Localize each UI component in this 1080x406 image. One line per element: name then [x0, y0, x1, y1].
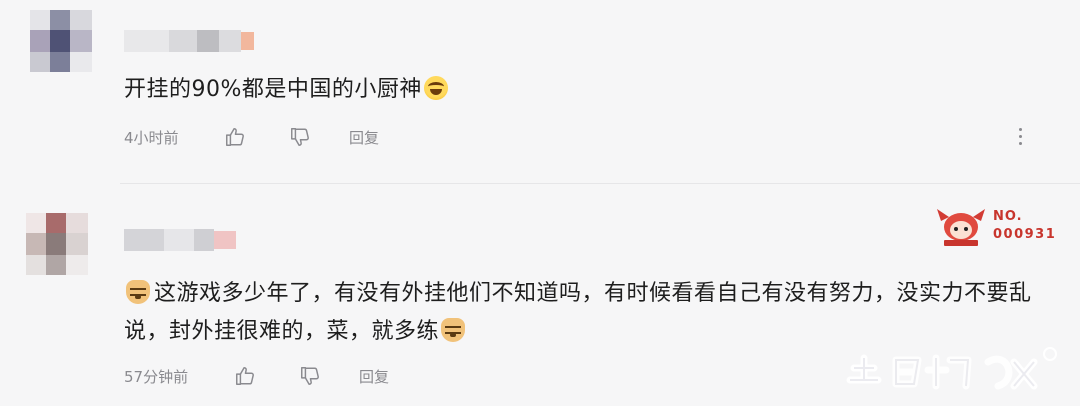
dislike-button[interactable]: [289, 126, 349, 148]
reply-button[interactable]: 回复: [349, 127, 379, 148]
comment-text-content: 这游戏多少年了，有没有外挂他们不知道吗，有时候看看自己有没有努力，没实力不要乱说…: [124, 281, 1032, 344]
comment-item: NO. 000931 这游戏多少年了，有没有外挂他们不知道吗，有时候看看自己有没…: [0, 185, 1080, 406]
avatar[interactable]: [26, 213, 88, 275]
comment-text-content: 开挂的90%都是中国的小厨神: [124, 77, 422, 102]
doge-emoji-icon: [126, 280, 150, 304]
laughing-emoji-icon: [423, 76, 448, 100]
mascot-icon: [937, 209, 985, 246]
timestamp: 4小时前: [124, 128, 179, 147]
like-button[interactable]: [234, 365, 299, 387]
avatar[interactable]: [30, 10, 92, 72]
thumbs-up-icon: [236, 367, 254, 385]
user-name[interactable]: [124, 229, 236, 251]
more-vertical-icon[interactable]: [1010, 124, 1030, 148]
doge-emoji-icon: [441, 318, 466, 342]
comment-text: 开挂的90%都是中国的小厨神: [124, 71, 1054, 109]
fan-badge[interactable]: NO. 000931: [935, 205, 1060, 249]
comment-item: 开挂的90%都是中国的小厨神 4小时前 回复: [0, 0, 1080, 184]
like-button[interactable]: [224, 126, 289, 148]
dislike-button[interactable]: [299, 365, 359, 387]
badge-label: NO.: [993, 209, 1023, 224]
thumbs-up-icon: [226, 128, 244, 146]
badge-number: 000931: [993, 227, 1057, 242]
comment-meta: 4小时前 回复: [124, 125, 379, 149]
divider: [120, 183, 1080, 184]
thumbs-down-icon: [301, 367, 319, 385]
user-name[interactable]: [124, 30, 254, 52]
timestamp: 57分钟前: [124, 367, 189, 386]
reply-button[interactable]: 回复: [359, 366, 389, 387]
comment-text: 这游戏多少年了，有没有外挂他们不知道吗，有时候看看自己有没有努力，没实力不要乱说…: [124, 275, 1054, 351]
comment-meta: 57分钟前 回复: [124, 364, 389, 388]
thumbs-down-icon: [291, 128, 309, 146]
